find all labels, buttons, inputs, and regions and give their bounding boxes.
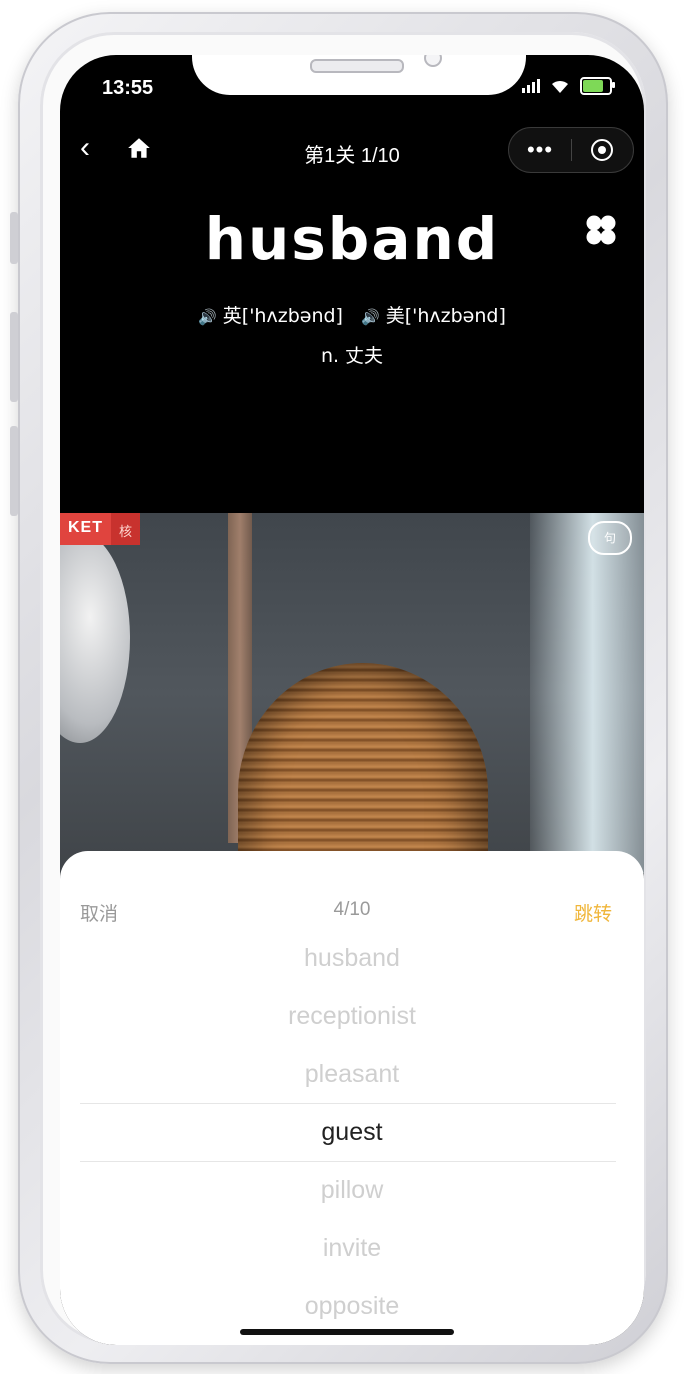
picker-option-selected[interactable]: guest	[60, 1103, 644, 1161]
word-picker-wheel[interactable]: husband receptionist pleasant guest pill…	[60, 929, 644, 1335]
video-scene-light	[530, 513, 644, 873]
speaker-icon: 🔊	[361, 308, 380, 326]
uk-phonetic: 英['hʌzbənd]	[222, 305, 343, 327]
selection-line-bottom	[80, 1161, 616, 1162]
picker-header: 取消 4/10 跳转	[60, 851, 644, 925]
volume-up-button	[10, 312, 18, 402]
picker-option[interactable]: pillow	[60, 1161, 644, 1219]
four-petal-grid-icon[interactable]	[584, 213, 618, 252]
status-time: 13:55	[102, 77, 154, 99]
nav-bar: ‹ 第1关 1/10 •••	[60, 121, 644, 181]
close-miniprogram-button[interactable]	[572, 139, 632, 161]
badge-core: 核	[111, 513, 141, 545]
picker-option[interactable]: opposite	[60, 1277, 644, 1335]
status-icons	[522, 77, 615, 95]
vocab-word: husband	[204, 205, 500, 273]
picker-option[interactable]: husband	[60, 929, 644, 987]
more-menu-button[interactable]: •••	[509, 137, 571, 163]
word-picker-sheet: 取消 4/10 跳转 husband receptionist pleasant…	[60, 851, 644, 1345]
picker-progress: 4/10	[333, 899, 371, 920]
example-sentence-button[interactable]: 句	[588, 521, 632, 555]
us-phonetic: 美['hʌzbənd]	[385, 305, 506, 327]
earpiece-speaker	[310, 59, 404, 73]
uk-pronunciation[interactable]: 🔊 英['hʌzbənd]	[198, 305, 343, 327]
us-pronunciation[interactable]: 🔊 美['hʌzbənd]	[361, 305, 506, 327]
jump-button[interactable]: 跳转	[574, 899, 612, 926]
selection-line-top	[80, 1103, 616, 1104]
volume-down-button	[10, 426, 18, 516]
word-meaning: n. 丈夫	[320, 345, 384, 367]
wifi-icon	[552, 80, 568, 93]
battery-icon	[580, 77, 615, 95]
badge-level: KET	[60, 513, 111, 545]
miniprogram-capsule: •••	[508, 127, 634, 173]
screen: 13:55 ‹ 第1关 1/10 ••• husband 🔊 英['hʌzbənd…	[60, 55, 644, 1345]
video-scene-owl	[60, 533, 130, 743]
picker-option[interactable]: invite	[60, 1219, 644, 1277]
picker-option[interactable]: pleasant	[60, 1045, 644, 1103]
notch	[192, 55, 526, 95]
front-camera	[424, 55, 442, 67]
phonetics-row: 🔊 英['hʌzbənd] 🔊 美['hʌzbənd]	[60, 301, 644, 328]
signal-icon	[522, 79, 540, 93]
target-circle-icon	[591, 139, 613, 161]
mute-switch	[10, 212, 18, 264]
home-indicator[interactable]	[240, 1329, 454, 1335]
picker-option[interactable]: receptionist	[60, 987, 644, 1045]
speaker-icon: 🔊	[198, 308, 217, 326]
ket-badge: KET 核	[60, 513, 141, 545]
